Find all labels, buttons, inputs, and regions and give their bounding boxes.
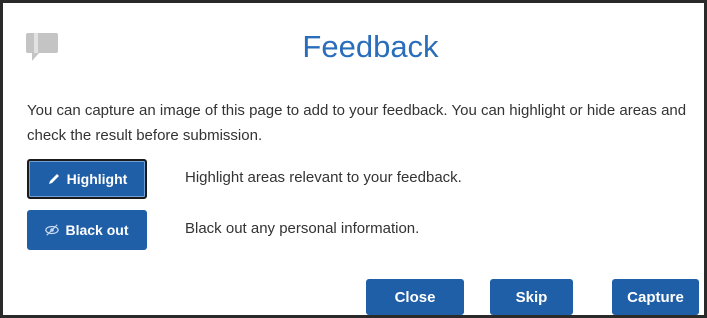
blackout-button[interactable]: Black out: [27, 210, 147, 250]
blackout-button-label: Black out: [65, 222, 129, 238]
blackout-description: Black out any personal information.: [185, 220, 420, 237]
eye-slash-icon: [45, 224, 60, 236]
skip-button[interactable]: Skip: [490, 279, 573, 315]
dialog-header: Feedback: [3, 3, 704, 83]
highlight-button-label: Highlight: [66, 171, 128, 187]
highlight-option: Highlight Highlight areas relevant to yo…: [27, 159, 687, 199]
feedback-dialog: Feedback You can capture an image of thi…: [0, 0, 707, 318]
dialog-title: Feedback: [302, 29, 439, 64]
pen-icon: [48, 174, 59, 184]
highlight-description: Highlight areas relevant to your feedbac…: [185, 169, 462, 186]
close-button[interactable]: Close: [366, 279, 464, 315]
highlight-button[interactable]: Highlight: [27, 159, 147, 199]
blackout-option: Black out Black out any personal informa…: [27, 210, 687, 250]
intro-text: You can capture an image of this page to…: [27, 102, 687, 144]
capture-button[interactable]: Capture: [612, 279, 699, 315]
